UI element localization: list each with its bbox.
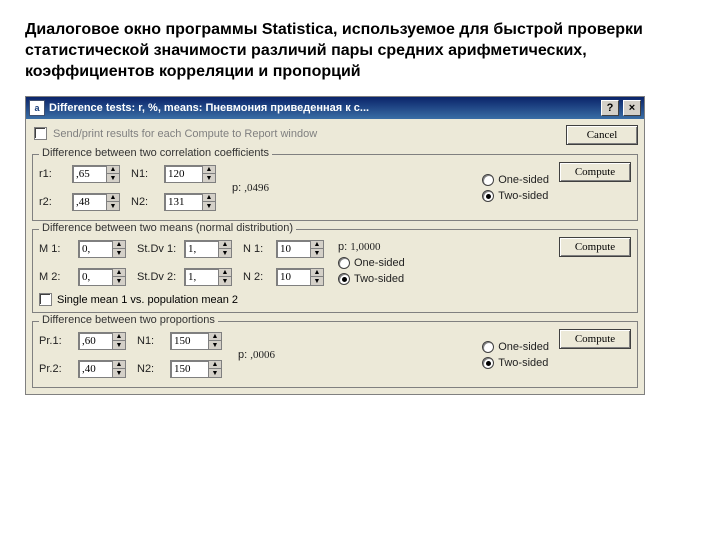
means-two-sided-radio[interactable]: Two-sided (338, 273, 405, 285)
dialog-window: a Difference tests: r, %, means: Пневмон… (25, 96, 645, 395)
send-print-label: Send/print results for each Compute to R… (53, 128, 317, 140)
pr2-input[interactable]: ,40 (78, 360, 112, 378)
mn1-label: N 1: (243, 243, 271, 255)
r1-label: r1: (39, 168, 67, 180)
single-mean-label: Single mean 1 vs. population mean 2 (57, 294, 238, 306)
mn2-input[interactable]: 10 (276, 268, 310, 286)
r1-input[interactable]: ,65 (72, 165, 106, 183)
n2-label: N2: (131, 196, 159, 208)
sd2-input[interactable]: 1, (184, 268, 218, 286)
app-icon: a (29, 100, 45, 116)
pr2-spinner[interactable]: ▲▼ (112, 360, 126, 378)
pn2-label: N2: (137, 363, 165, 375)
props-two-sided-radio[interactable]: Two-sided (482, 357, 549, 369)
r2-spinner[interactable]: ▲▼ (106, 193, 120, 211)
n2-input[interactable]: 131 (164, 193, 202, 211)
help-button[interactable]: ? (601, 100, 619, 116)
corr-p-label: p: (232, 182, 241, 194)
n2-spinner[interactable]: ▲▼ (202, 193, 216, 211)
sd1-input[interactable]: 1, (184, 240, 218, 258)
props-one-sided-label: One-sided (498, 341, 549, 353)
mn1-input[interactable]: 10 (276, 240, 310, 258)
pn1-spinner[interactable]: ▲▼ (208, 332, 222, 350)
close-button[interactable]: × (623, 100, 641, 116)
titlebar: a Difference tests: r, %, means: Пневмон… (26, 97, 644, 119)
group-proportions-title: Difference between two proportions (39, 314, 218, 326)
props-one-sided-radio[interactable]: One-sided (482, 341, 549, 353)
props-p-value: ,0006 (250, 349, 275, 361)
r2-input[interactable]: ,48 (72, 193, 106, 211)
window-title: Difference tests: r, %, means: Пневмония… (49, 102, 597, 114)
corr-one-sided-label: One-sided (498, 174, 549, 186)
m2-spinner[interactable]: ▲▼ (112, 268, 126, 286)
means-one-sided-radio[interactable]: One-sided (338, 257, 405, 269)
pr2-label: Pr.2: (39, 363, 73, 375)
m1-spinner[interactable]: ▲▼ (112, 240, 126, 258)
group-correlations-title: Difference between two correlation coeff… (39, 147, 272, 159)
m2-input[interactable]: 0, (78, 268, 112, 286)
mn2-spinner[interactable]: ▲▼ (310, 268, 324, 286)
r1-spinner[interactable]: ▲▼ (106, 165, 120, 183)
pr1-spinner[interactable]: ▲▼ (112, 332, 126, 350)
sd2-spinner[interactable]: ▲▼ (218, 268, 232, 286)
m1-input[interactable]: 0, (78, 240, 112, 258)
m1-label: M 1: (39, 243, 73, 255)
props-two-sided-label: Two-sided (498, 357, 548, 369)
m2-label: M 2: (39, 271, 73, 283)
props-compute-button[interactable]: Compute (559, 329, 631, 349)
mn1-spinner[interactable]: ▲▼ (310, 240, 324, 258)
pn1-input[interactable]: 150 (170, 332, 208, 350)
means-one-sided-label: One-sided (354, 257, 405, 269)
corr-p-value: ,0496 (244, 182, 269, 194)
corr-compute-button[interactable]: Compute (559, 162, 631, 182)
send-print-checkbox[interactable] (34, 127, 47, 140)
pr1-input[interactable]: ,60 (78, 332, 112, 350)
group-proportions: Difference between two proportions Pr.1:… (32, 321, 638, 388)
page-title: Диалоговое окно программы Statistica, ис… (25, 20, 645, 82)
means-compute-button[interactable]: Compute (559, 237, 631, 257)
corr-two-sided-radio[interactable]: Two-sided (482, 190, 549, 202)
means-p-value: 1,0000 (350, 241, 380, 253)
pn2-spinner[interactable]: ▲▼ (208, 360, 222, 378)
single-mean-checkbox[interactable] (39, 293, 52, 306)
props-p-label: p: (238, 349, 247, 361)
pr1-label: Pr.1: (39, 335, 73, 347)
cancel-button[interactable]: Cancel (566, 125, 638, 145)
pn2-input[interactable]: 150 (170, 360, 208, 378)
pn1-label: N1: (137, 335, 165, 347)
n1-input[interactable]: 120 (164, 165, 202, 183)
mn2-label: N 2: (243, 271, 271, 283)
corr-two-sided-label: Two-sided (498, 190, 548, 202)
group-means-title: Difference between two means (normal dis… (39, 222, 296, 234)
means-p-label: p: (338, 241, 347, 253)
n1-label: N1: (131, 168, 159, 180)
sd2-label: St.Dv 2: (137, 271, 179, 283)
sd1-spinner[interactable]: ▲▼ (218, 240, 232, 258)
means-two-sided-label: Two-sided (354, 273, 404, 285)
corr-one-sided-radio[interactable]: One-sided (482, 174, 549, 186)
group-correlations: Difference between two correlation coeff… (32, 154, 638, 221)
sd1-label: St.Dv 1: (137, 243, 179, 255)
n1-spinner[interactable]: ▲▼ (202, 165, 216, 183)
group-means: Difference between two means (normal dis… (32, 229, 638, 313)
r2-label: r2: (39, 196, 67, 208)
